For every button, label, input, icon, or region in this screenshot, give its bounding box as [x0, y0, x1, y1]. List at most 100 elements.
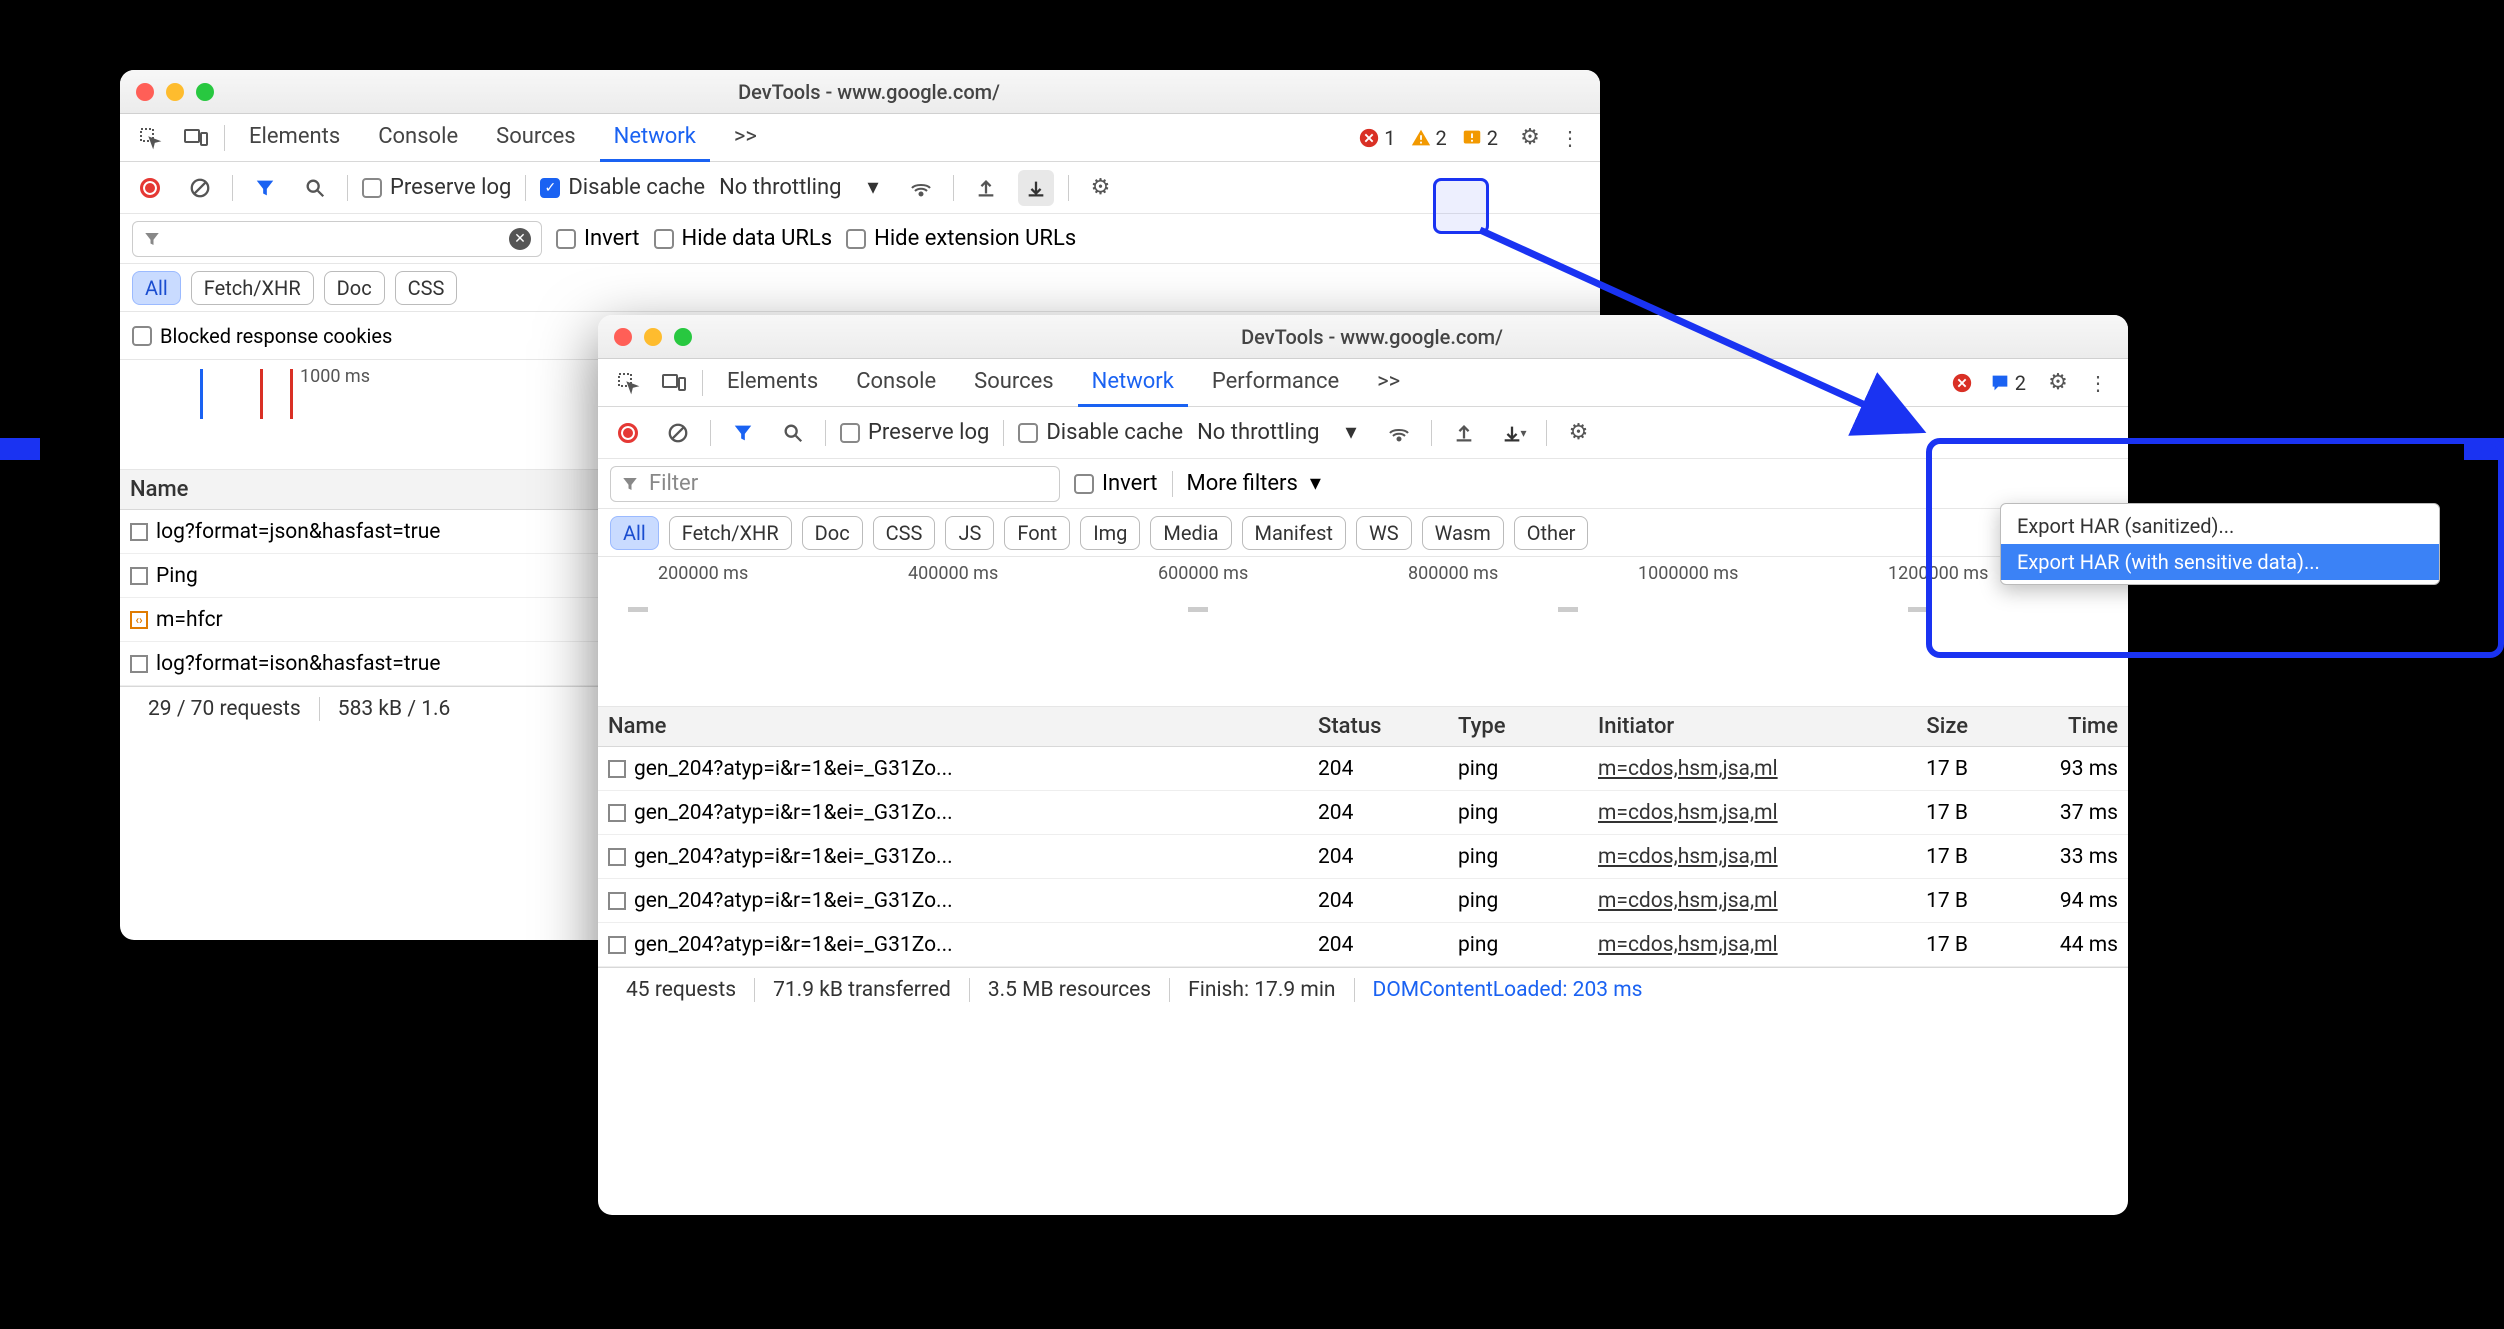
- tab-performance[interactable]: Performance: [1198, 359, 1353, 407]
- import-har-icon[interactable]: [968, 170, 1004, 206]
- settings-icon[interactable]: ⚙: [2040, 365, 2076, 401]
- type-manifest[interactable]: Manifest: [1242, 516, 1346, 550]
- table-row[interactable]: gen_204?atyp=i&r=1&ei=_G31Zo... 204 ping…: [598, 879, 2128, 923]
- throttling-select[interactable]: No throttling▾: [719, 175, 878, 200]
- type-css[interactable]: CSS: [873, 516, 936, 550]
- window-maximize-button[interactable]: [196, 83, 214, 101]
- tab-console[interactable]: Console: [842, 359, 950, 407]
- clear-button[interactable]: [660, 415, 696, 451]
- table-row[interactable]: gen_204?atyp=i&r=1&ei=_G31Zo... 204 ping…: [598, 747, 2128, 791]
- tab-network[interactable]: Network: [1078, 359, 1188, 407]
- export-har-icon[interactable]: [1018, 170, 1054, 206]
- column-headers[interactable]: Name Status Type Initiator Size Time: [598, 707, 2128, 747]
- type-img[interactable]: Img: [1080, 516, 1140, 550]
- clear-button[interactable]: [182, 170, 218, 206]
- invert-checkbox[interactable]: Invert: [1074, 471, 1158, 496]
- window-maximize-button[interactable]: [674, 328, 692, 346]
- tab-console[interactable]: Console: [364, 114, 472, 162]
- type-css[interactable]: CSS: [395, 271, 458, 305]
- record-button[interactable]: [132, 170, 168, 206]
- col-size[interactable]: Size: [1848, 714, 1978, 739]
- filter-input[interactable]: Filter: [610, 466, 1060, 502]
- device-toggle-icon[interactable]: [178, 120, 214, 156]
- inspect-icon[interactable]: [132, 120, 168, 156]
- more-filters-dropdown[interactable]: More filters▾: [1187, 471, 1321, 496]
- table-row[interactable]: gen_204?atyp=i&r=1&ei=_G31Zo... 204 ping…: [598, 923, 2128, 967]
- divider: [232, 175, 233, 201]
- clear-filter-icon[interactable]: ✕: [509, 228, 531, 250]
- export-har-icon[interactable]: ▾: [1496, 415, 1532, 451]
- menu-export-sanitized[interactable]: Export HAR (sanitized)...: [2001, 508, 2439, 544]
- invert-checkbox[interactable]: Invert: [556, 226, 640, 251]
- divider: [347, 175, 348, 201]
- table-row[interactable]: gen_204?atyp=i&r=1&ei=_G31Zo... 204 ping…: [598, 791, 2128, 835]
- network-settings-icon[interactable]: ⚙: [1561, 415, 1597, 451]
- network-conditions-icon[interactable]: [1381, 415, 1417, 451]
- preserve-log-checkbox[interactable]: Preserve log: [362, 175, 511, 200]
- record-button[interactable]: [610, 415, 646, 451]
- window-minimize-button[interactable]: [166, 83, 184, 101]
- col-initiator[interactable]: Initiator: [1588, 714, 1848, 739]
- type-wasm[interactable]: Wasm: [1422, 516, 1504, 550]
- main-tabbar: Elements Console Sources Network Perform…: [598, 359, 2128, 407]
- type-font[interactable]: Font: [1004, 516, 1070, 550]
- divider: [825, 420, 826, 446]
- tab-more[interactable]: >>: [720, 114, 771, 162]
- more-menu-icon[interactable]: ⋮: [2080, 365, 2116, 401]
- device-toggle-icon[interactable]: [656, 365, 692, 401]
- divider: [224, 125, 225, 151]
- preserve-log-checkbox[interactable]: Preserve log: [840, 420, 989, 445]
- settings-icon[interactable]: ⚙: [1512, 120, 1548, 156]
- search-icon[interactable]: [297, 170, 333, 206]
- issue-badges[interactable]: 1 2 2 ⚙ ⋮: [1358, 120, 1588, 156]
- filter-bar: Filter Invert More filters▾: [598, 459, 2128, 509]
- timeline-overview[interactable]: 200000 ms 400000 ms 600000 ms 800000 ms …: [598, 557, 2128, 707]
- tab-sources[interactable]: Sources: [482, 114, 590, 162]
- titlebar[interactable]: DevTools - www.google.com/: [598, 315, 2128, 359]
- window-close-button[interactable]: [614, 328, 632, 346]
- disable-cache-checkbox[interactable]: ✓Disable cache: [540, 175, 705, 200]
- hide-data-urls-checkbox[interactable]: Hide data URLs: [654, 226, 833, 251]
- throttling-select[interactable]: No throttling▾: [1197, 420, 1356, 445]
- tab-elements[interactable]: Elements: [713, 359, 832, 407]
- blocked-cookies-checkbox[interactable]: Blocked response cookies: [132, 324, 392, 348]
- tab-elements[interactable]: Elements: [235, 114, 354, 162]
- search-icon[interactable]: [775, 415, 811, 451]
- hide-extension-urls-checkbox[interactable]: Hide extension URLs: [846, 226, 1076, 251]
- filter-bar: ✕ Invert Hide data URLs Hide extension U…: [120, 214, 1600, 264]
- issue-badges[interactable]: 2 ⚙ ⋮: [1951, 365, 2116, 401]
- window-close-button[interactable]: [136, 83, 154, 101]
- tab-network[interactable]: Network: [600, 114, 710, 162]
- titlebar[interactable]: DevTools - www.google.com/: [120, 70, 1600, 114]
- col-time[interactable]: Time: [1978, 714, 2128, 739]
- type-media[interactable]: Media: [1150, 516, 1231, 550]
- network-conditions-icon[interactable]: [903, 170, 939, 206]
- type-all[interactable]: All: [610, 516, 659, 550]
- tab-sources[interactable]: Sources: [960, 359, 1068, 407]
- col-name[interactable]: Name: [598, 714, 1308, 739]
- type-ws[interactable]: WS: [1356, 516, 1412, 550]
- type-fetch[interactable]: Fetch/XHR: [669, 516, 792, 550]
- import-har-icon[interactable]: [1446, 415, 1482, 451]
- type-doc[interactable]: Doc: [324, 271, 385, 305]
- col-status[interactable]: Status: [1308, 714, 1448, 739]
- filter-icon[interactable]: [247, 170, 283, 206]
- filter-input[interactable]: ✕: [132, 221, 542, 257]
- inspect-icon[interactable]: [610, 365, 646, 401]
- col-type[interactable]: Type: [1448, 714, 1588, 739]
- type-other[interactable]: Other: [1514, 516, 1589, 550]
- type-js[interactable]: JS: [945, 516, 994, 550]
- table-row[interactable]: gen_204?atyp=i&r=1&ei=_G31Zo... 204 ping…: [598, 835, 2128, 879]
- window-minimize-button[interactable]: [644, 328, 662, 346]
- filter-icon[interactable]: [725, 415, 761, 451]
- divider: [710, 420, 711, 446]
- more-menu-icon[interactable]: ⋮: [1552, 120, 1588, 156]
- tab-more[interactable]: >>: [1363, 359, 1414, 407]
- traffic-lights: [136, 83, 214, 101]
- menu-export-sensitive[interactable]: Export HAR (with sensitive data)...: [2001, 544, 2439, 580]
- disable-cache-checkbox[interactable]: Disable cache: [1018, 420, 1183, 445]
- network-settings-icon[interactable]: ⚙: [1083, 170, 1119, 206]
- type-fetch[interactable]: Fetch/XHR: [191, 271, 314, 305]
- type-doc[interactable]: Doc: [802, 516, 863, 550]
- type-all[interactable]: All: [132, 271, 181, 305]
